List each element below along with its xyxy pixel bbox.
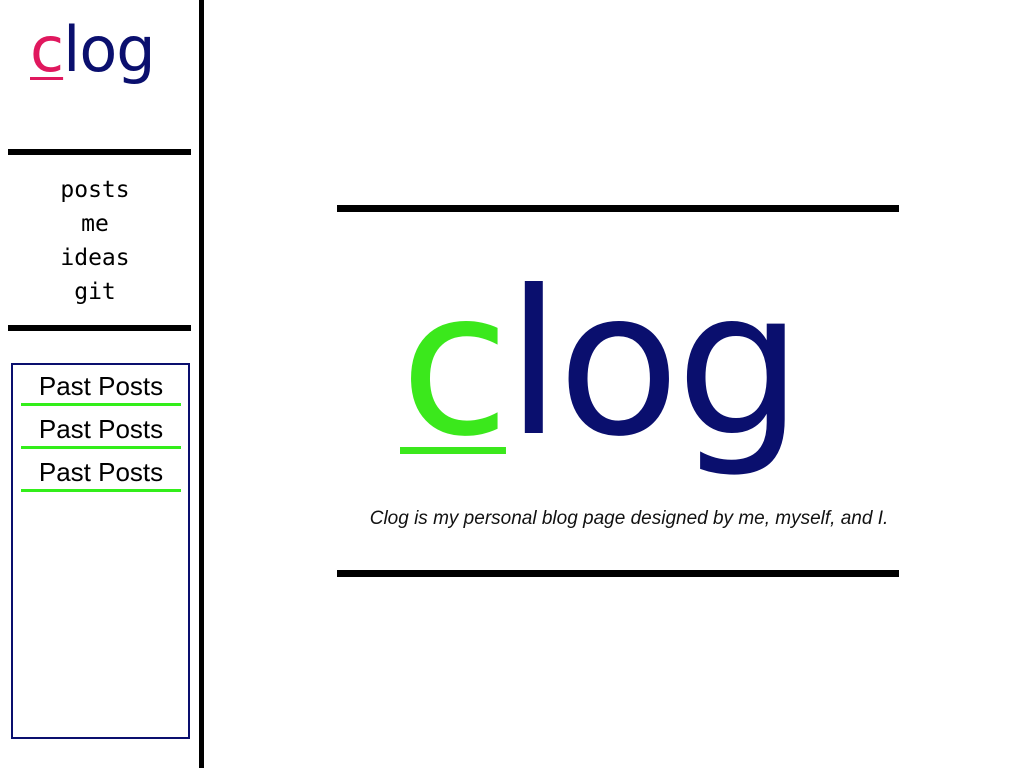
past-post-underline xyxy=(21,446,181,449)
nav-item-me[interactable]: me xyxy=(0,207,190,241)
sidebar-divider-top xyxy=(8,149,191,155)
past-post-label: Past Posts xyxy=(38,371,164,401)
past-posts-list: Past Posts Past Posts Past Posts xyxy=(21,369,181,498)
hero-logo-rest: log xyxy=(505,248,803,481)
past-post-link[interactable]: Past Posts xyxy=(21,369,181,412)
sidebar-border xyxy=(199,0,204,768)
past-post-underline xyxy=(21,403,181,406)
nav-item-posts[interactable]: posts xyxy=(0,173,190,207)
sidebar-nav: posts me ideas git xyxy=(0,173,190,309)
past-post-link[interactable]: Past Posts xyxy=(21,412,181,455)
page: clog posts me ideas git Past Posts Past … xyxy=(0,0,1024,768)
nav-item-git[interactable]: git xyxy=(0,275,190,309)
tagline: Clog is my personal blog page designed b… xyxy=(369,508,889,529)
past-post-label: Past Posts xyxy=(38,457,164,487)
sidebar: clog posts me ideas git Past Posts Past … xyxy=(0,0,199,768)
logo-rest: log xyxy=(63,13,156,86)
past-post-underline xyxy=(21,489,181,492)
hero-logo-first-letter: c xyxy=(400,248,510,481)
past-post-link[interactable]: Past Posts xyxy=(21,455,181,498)
hero-rule-top xyxy=(337,205,899,212)
nav-item-ideas[interactable]: ideas xyxy=(0,241,190,275)
past-post-label: Past Posts xyxy=(38,414,164,444)
sidebar-divider-bottom xyxy=(8,325,191,331)
hero-rule-bottom xyxy=(337,570,899,577)
past-posts-panel: Past Posts Past Posts Past Posts xyxy=(11,363,190,739)
logo-first-letter: c xyxy=(30,13,64,86)
sidebar-logo[interactable]: clog xyxy=(30,10,156,90)
hero-logo: clog xyxy=(400,245,840,485)
